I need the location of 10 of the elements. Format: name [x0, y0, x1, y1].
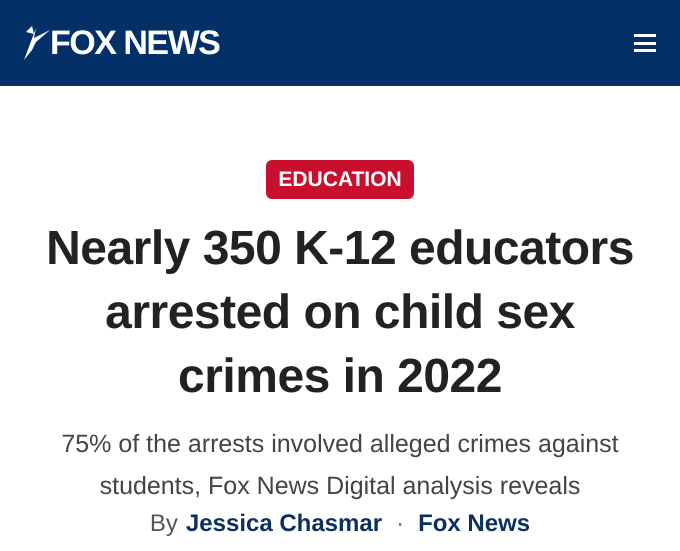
subheadline: 75% of the arrests involved alleged crimes against students, Fox News Digital analysis reveals	[60, 429, 620, 502]
logo-spike-icon	[22, 24, 52, 62]
category-tag[interactable]: EDUCATION	[266, 160, 414, 199]
byline-prefix: By	[150, 509, 178, 539]
source-link[interactable]: Fox News	[418, 509, 530, 539]
author-link[interactable]: Jessica Chasmar	[186, 509, 382, 539]
menu-icon[interactable]	[634, 33, 656, 53]
site-logo[interactable]: FOX NEWS	[50, 26, 220, 60]
headline: Nearly 350 K-12 educators arrested on child sex crimes in 2022	[45, 221, 635, 405]
byline-separator: ·	[396, 509, 404, 539]
